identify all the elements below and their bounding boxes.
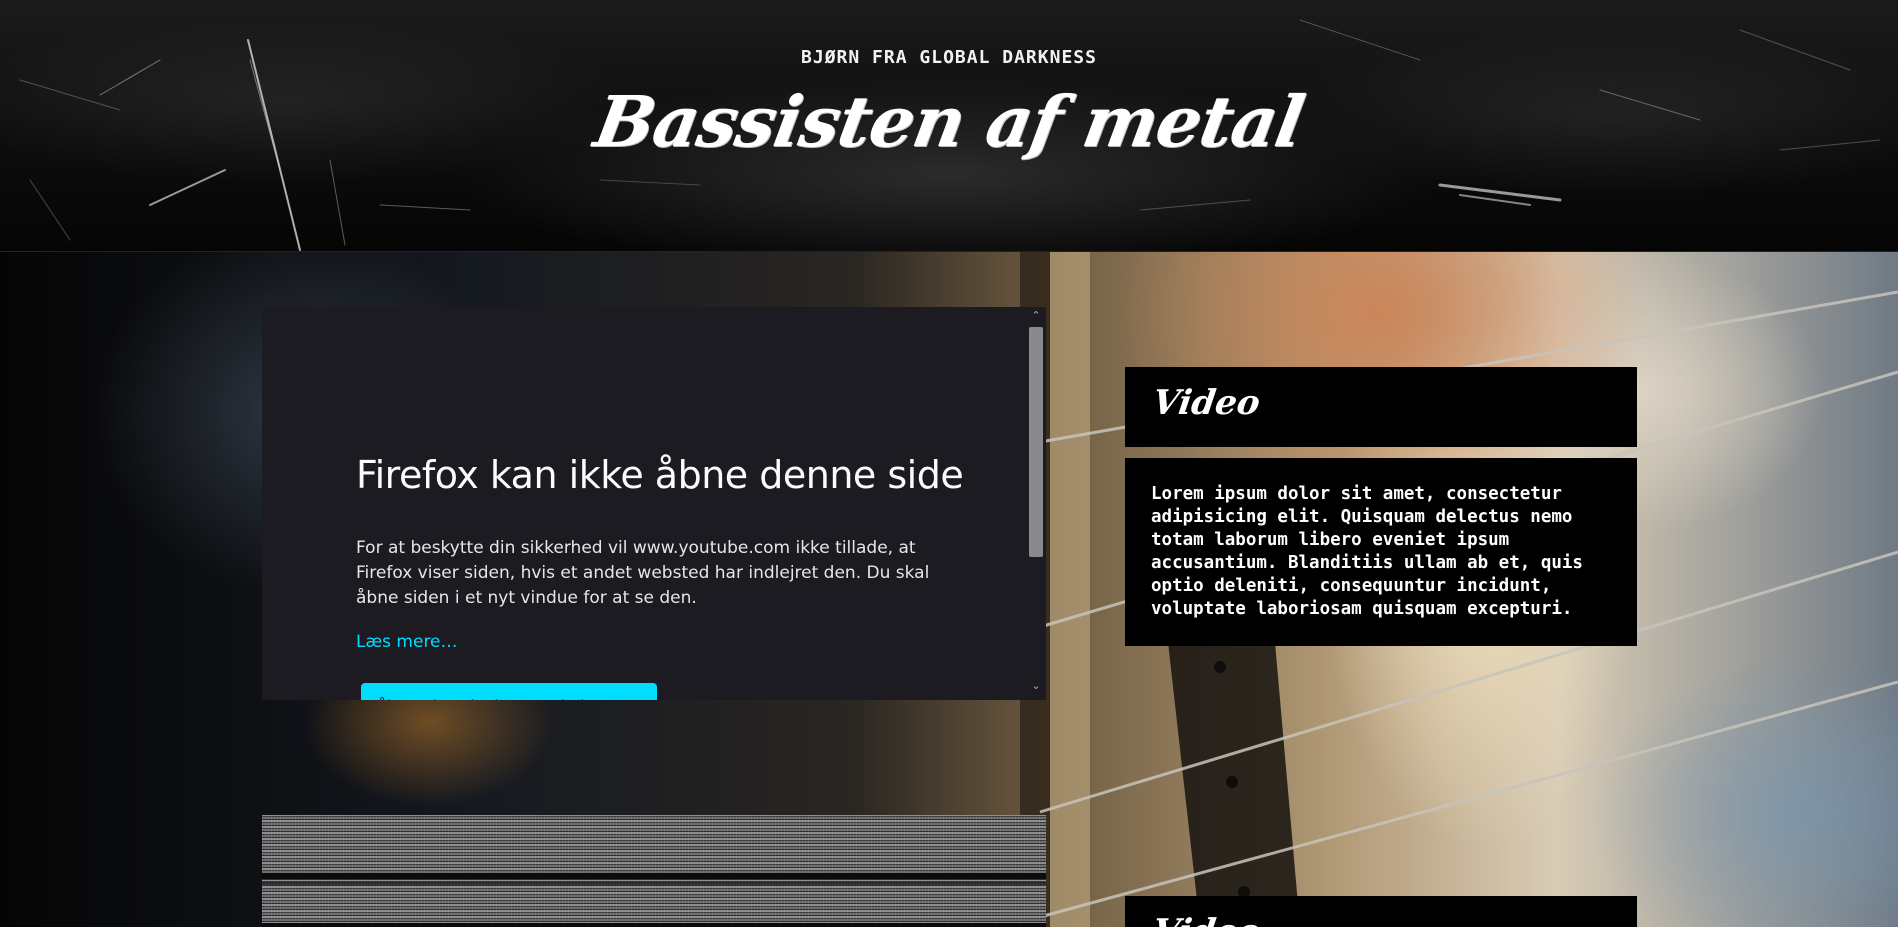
embedded-video-frame[interactable]: Firefox kan ikke åbne denne side For at … [262, 307, 1046, 700]
scroll-up-arrow-icon[interactable]: ⌃ [1026, 309, 1046, 322]
error-title: Firefox kan ikke åbne denne side [356, 453, 964, 497]
scroll-down-arrow-icon[interactable]: ⌄ [1026, 679, 1046, 692]
section-description: Lorem ipsum dolor sit amet, consectetur … [1125, 458, 1637, 646]
section-heading-card: Video [1125, 367, 1637, 447]
scrollbar-thumb[interactable] [1029, 327, 1043, 557]
static-noise-video-frame[interactable] [262, 815, 1046, 927]
site-title: Bassisten af metal [588, 80, 1310, 163]
section-heading: Video [1150, 912, 1262, 927]
section-heading-card: Video [1125, 896, 1637, 927]
noise-band [262, 873, 1046, 879]
section-heading: Video [1150, 383, 1263, 423]
error-message: For at beskytte din sikkerhed vil www.yo… [356, 538, 930, 608]
learn-more-link[interactable]: Læs mere… [356, 632, 458, 652]
site-header: BJØRN FRA GLOBAL DARKNESS Bassisten af m… [0, 0, 1898, 252]
embed-scrollbar[interactable]: ⌃ ⌄ [1026, 307, 1046, 700]
noise-band [262, 923, 1046, 927]
noise-band [262, 881, 1046, 885]
site-kicker: BJØRN FRA GLOBAL DARKNESS [801, 47, 1097, 68]
open-in-new-window-button[interactable]: Åbn webstedet i et nyt vindue [361, 683, 657, 700]
